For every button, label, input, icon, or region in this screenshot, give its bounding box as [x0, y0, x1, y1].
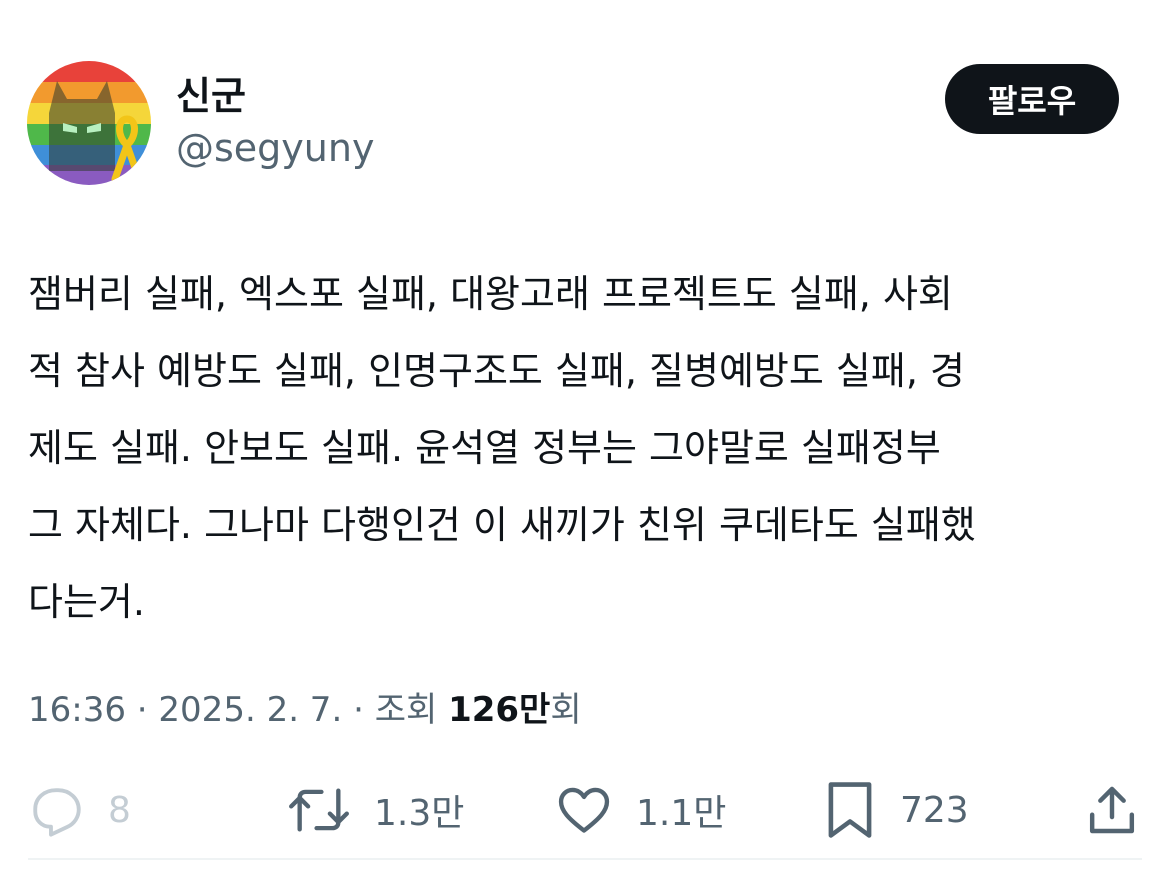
tweet-time[interactable]: 16:36 [28, 690, 126, 730]
reply-icon [33, 788, 81, 837]
avatar-image [27, 61, 151, 185]
tweet-date[interactable]: 2025. 2. 7. [158, 690, 342, 730]
share-button[interactable] [1084, 770, 1140, 850]
action-bar: 8 1.3만 1.1만 723 [0, 770, 1170, 850]
bookmark-button[interactable]: 723 [822, 770, 969, 850]
meta-separator: · [125, 690, 159, 730]
heart-icon [558, 787, 610, 833]
share-icon [1089, 786, 1135, 834]
tweet-line: 제도 실패. 안보도 실패. 윤석열 정부는 그야말로 실패정부 [28, 426, 941, 470]
reply-count: 8 [108, 789, 131, 831]
reply-button[interactable]: 8 [28, 770, 131, 850]
avatar[interactable] [27, 61, 151, 185]
tweet-text: 잼버리 실패, 엑스포 실패, 대왕고래 프로젝트도 실패, 사회 적 참사 예… [28, 256, 1148, 641]
tweet-meta: 16:36 · 2025. 2. 7. · 조회 126만회 [28, 684, 582, 736]
bookmark-icon [828, 782, 872, 838]
bookmark-count: 723 [900, 789, 969, 831]
tweet-line: 다는거. [28, 580, 145, 624]
tweet-line: 적 참사 예방도 실패, 인명구조도 실패, 질병예방도 실패, 경 [28, 349, 965, 393]
tweet-line: 잼버리 실패, 엑스포 실패, 대왕고래 프로젝트도 실패, 사회 [28, 272, 953, 316]
retweet-button[interactable]: 1.3만 [286, 770, 464, 850]
user-handle[interactable]: @segyuny [176, 124, 374, 172]
divider [28, 858, 1142, 860]
meta-separator: · [342, 690, 375, 730]
tweet-line: 그 자체다. 그나마 다행인건 이 새끼가 친위 쿠데타도 실패했 [28, 503, 976, 547]
retweet-icon [289, 788, 349, 832]
follow-button[interactable]: 팔로우 [945, 64, 1119, 134]
like-button[interactable]: 1.1만 [554, 770, 726, 850]
retweet-count: 1.3만 [374, 793, 465, 834]
views-label: 조회 [374, 690, 438, 730]
display-name[interactable]: 신군 [176, 72, 246, 120]
views-count[interactable]: 126만 [448, 690, 550, 730]
views-suffix: 회 [550, 690, 582, 730]
like-count: 1.1만 [636, 793, 727, 834]
